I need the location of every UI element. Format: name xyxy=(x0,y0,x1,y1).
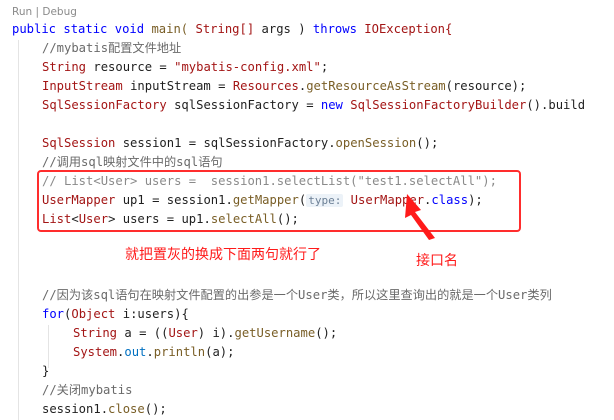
code-line-close-session[interactable]: session1.close(); xyxy=(42,400,167,419)
code-line-inputstream[interactable]: InputStream inputStream = Resources.getR… xyxy=(42,77,526,96)
punctuation: (); xyxy=(144,402,167,416)
editor-gutter xyxy=(0,0,12,420)
keyword-public: public xyxy=(12,22,57,36)
operator: = xyxy=(159,60,167,74)
comment-text: //mybatis配置文件地址 xyxy=(42,41,182,55)
comment-text: //因为该sql语句在映射文件配置的出参是一个User类，所以这里查询出的就是一… xyxy=(42,288,552,302)
punctuation: (); xyxy=(315,326,338,340)
keyword-void: void xyxy=(114,22,145,36)
debug-link[interactable]: Debug xyxy=(42,6,77,18)
punctuation: ){ xyxy=(174,307,189,321)
code-line-main-signature[interactable]: public static void main( String[] args )… xyxy=(12,20,452,39)
method-name: getResourceAsStream xyxy=(306,79,446,93)
keyword-static: static xyxy=(63,22,108,36)
operator: = xyxy=(139,326,147,340)
punctuation: . xyxy=(328,136,336,150)
punctuation: ; xyxy=(320,60,329,74)
variable-name: inputStream xyxy=(130,79,211,93)
interface-note: 接口名 xyxy=(416,253,458,269)
arrow-icon xyxy=(405,194,435,240)
punctuation: (( xyxy=(153,326,169,340)
operator: = xyxy=(188,136,197,150)
variable-name: i xyxy=(122,307,131,321)
string-literal: "mybatis-config.xml" xyxy=(174,60,321,74)
class-name: SqlSessionFactoryBuilder xyxy=(350,98,527,112)
arguments: (resource); xyxy=(445,79,527,93)
code-line-comment[interactable]: //关闭mybatis xyxy=(42,381,132,400)
method-name: openSession xyxy=(335,136,417,150)
type-name: String xyxy=(73,326,118,340)
code-line-session[interactable]: SqlSession session1 = sqlSessionFactory.… xyxy=(42,134,438,153)
type-name: InputStream xyxy=(42,79,123,93)
object-name: sqlSessionFactory xyxy=(203,136,329,150)
code-line-comment[interactable]: //因为该sql语句在映射文件配置的出参是一个User类，所以这里查询出的就是一… xyxy=(42,286,552,305)
method-name: close xyxy=(108,402,145,416)
type-name: SqlSession xyxy=(42,136,116,150)
indent-guide xyxy=(18,40,19,420)
punctuation: } xyxy=(42,364,50,378)
method-name: getUsername xyxy=(234,326,316,340)
punctuation: (); xyxy=(416,136,439,150)
replace-note: 就把置灰的换成下面两句就行了 xyxy=(125,247,321,263)
punctuation: . xyxy=(146,345,154,359)
code-line-getusername[interactable]: String a = ((User) i).getUsername(); xyxy=(73,324,337,343)
highlight-box xyxy=(37,170,521,232)
run-link[interactable]: Run xyxy=(12,6,32,18)
param-name: args xyxy=(261,22,291,36)
code-line-comment[interactable]: //mybatis配置文件地址 xyxy=(42,39,181,58)
type-name: Object xyxy=(71,307,116,321)
field-name: out xyxy=(124,345,147,359)
operator: = xyxy=(306,98,314,112)
variable-name: a xyxy=(124,326,132,340)
code-line-factory[interactable]: SqlSessionFactory sqlSessionFactory = ne… xyxy=(42,96,585,115)
exception-type: IOException{ xyxy=(364,22,453,36)
object-name: session1 xyxy=(42,402,101,416)
punctuation: ) i). xyxy=(197,326,235,340)
code-line-close-brace[interactable]: } xyxy=(42,362,49,381)
keyword-throws: throws xyxy=(312,22,357,36)
keyword-new: new xyxy=(320,98,343,112)
comment-text: //关闭mybatis xyxy=(42,383,133,397)
type-name: String xyxy=(42,60,87,74)
code-line-println[interactable]: System.out.println(a); xyxy=(73,343,234,362)
punctuation: . xyxy=(100,402,109,416)
keyword-for: for xyxy=(42,307,65,321)
punctuation: (a); xyxy=(205,345,235,359)
paren: ) xyxy=(298,22,306,36)
class-name: System xyxy=(73,345,118,359)
method-call: ().build xyxy=(526,98,586,112)
type-name: User xyxy=(168,326,198,340)
operator: = xyxy=(218,79,226,93)
collection-name: users xyxy=(137,307,175,321)
class-name: Resources xyxy=(232,79,299,93)
codelens-separator: | xyxy=(35,6,40,18)
code-line-resource[interactable]: String resource = "mybatis-config.xml"; xyxy=(42,58,328,77)
codelens: Run | Debug xyxy=(12,5,77,19)
method-name: main( xyxy=(151,22,189,36)
variable-name: sqlSessionFactory xyxy=(174,98,299,112)
method-name: println xyxy=(153,345,206,359)
type-name: SqlSessionFactory xyxy=(42,98,167,112)
comment-text: //调用sql映射文件中的sql语句 xyxy=(42,155,223,169)
variable-name: resource xyxy=(93,60,153,74)
type-name: String[] xyxy=(195,22,255,36)
variable-name: session1 xyxy=(122,136,182,150)
code-line-for-loop[interactable]: for(Object i:users){ xyxy=(42,305,189,324)
